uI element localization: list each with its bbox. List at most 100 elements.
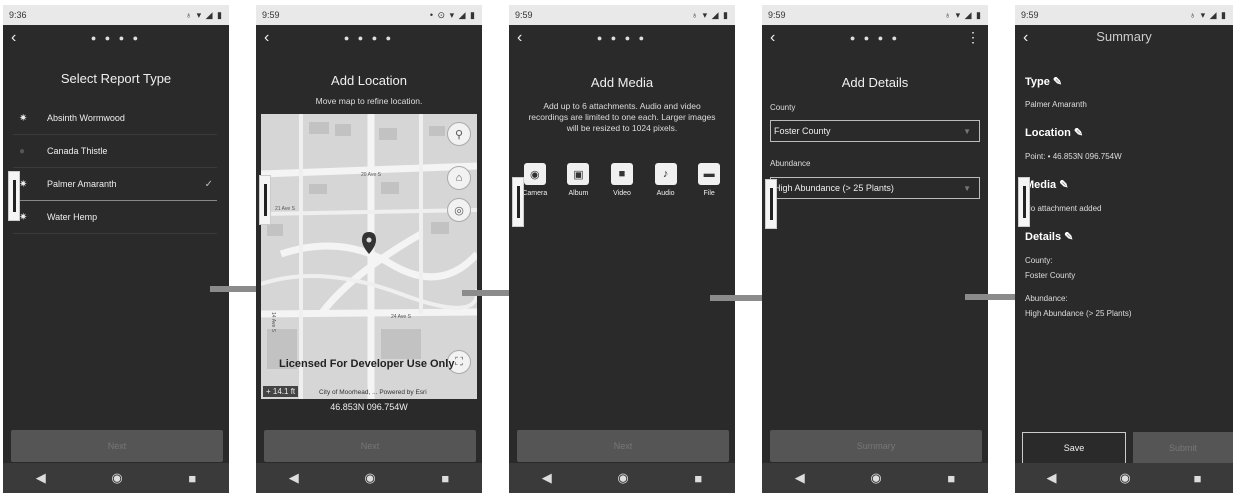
next-button[interactable]: Next (264, 430, 476, 462)
nav-home-icon[interactable]: ◉ (364, 470, 375, 486)
county-value: Foster County (774, 126, 831, 136)
drag-handle[interactable] (765, 179, 777, 229)
media-button-row: ◉ Camera ▣ Album ■ Video ♪ Audio ▬ File (509, 163, 735, 197)
street-label: 24 Ave S (391, 314, 411, 320)
county-select[interactable]: Foster County ▼ (770, 120, 980, 142)
nav-back-icon[interactable]: ◀ (289, 470, 299, 486)
status-time: 9:59 (1021, 10, 1039, 20)
nav-back-icon[interactable]: ◀ (36, 470, 46, 486)
nav-back-icon[interactable]: ◀ (795, 470, 805, 486)
android-nav-bar: ◀ ◉ ■ (256, 463, 482, 493)
media-value: No attachment added (1025, 204, 1102, 213)
drag-handle[interactable] (259, 175, 271, 225)
page-title: Add Media (590, 75, 654, 90)
map-credit: City of Moorhead, ... Powered by Esri (319, 389, 427, 396)
list-item-water-hemp[interactable]: ✷ Water Hemp (13, 201, 217, 234)
status-time: 9:59 (262, 10, 280, 20)
media-button-label: Camera (522, 190, 548, 197)
locate-icon[interactable]: ◎ (447, 198, 471, 222)
more-options-icon[interactable]: ⋮ (966, 29, 980, 46)
list-item-palmer-amaranth[interactable]: ✷ Palmer Amaranth ✓ (13, 168, 217, 201)
nav-recents-icon[interactable]: ■ (694, 471, 702, 486)
map-streets (261, 114, 477, 399)
nav-recents-icon[interactable]: ■ (1194, 471, 1202, 486)
page-subtitle: Add up to 6 attachments. Audio and video… (528, 101, 716, 133)
nav-recents-icon[interactable]: ■ (441, 471, 449, 486)
status-icons: ♁ ▾ ◢ ▮ (1189, 9, 1227, 20)
camera-icon: ◉ (523, 163, 546, 185)
coordinates-text: 46.853N 096.754W (330, 402, 408, 412)
license-watermark: Licensed For Developer Use Only (279, 358, 455, 370)
android-nav-bar: ◀ ◉ ■ (1015, 463, 1233, 493)
screen-add-details: 9:59 ♁ ▾ ◢ ▮ ‹ ● ● ● ● ⋮ Add Details Cou… (762, 5, 988, 493)
status-bar: 9:59 ♁ ▾ ◢ ▮ (509, 5, 735, 25)
flow-arrow-icon (710, 287, 784, 309)
street-label: 14 Ave S (269, 312, 276, 332)
search-icon[interactable]: ⚲ (447, 122, 471, 146)
abundance-value: High Abundance (> 25 Plants) (774, 183, 894, 193)
video-button[interactable]: ■ Video (603, 163, 641, 197)
county-value: Foster County (1025, 271, 1076, 280)
map-scale: + 14.1 ft (263, 386, 299, 397)
county-label: County: (1025, 256, 1053, 265)
status-bar: 9:36 ♁ ▾ ◢ ▮ (3, 5, 229, 25)
music-note-icon: ♪ (654, 163, 677, 185)
submit-button[interactable]: Submit (1133, 432, 1233, 464)
folder-icon: ▬ (698, 163, 721, 185)
nav-home-icon[interactable]: ◉ (111, 470, 122, 486)
home-icon[interactable]: ⌂ (447, 166, 471, 190)
drag-handle[interactable] (8, 171, 20, 221)
status-bar: 9:59 ♁ ▾ ◢ ▮ (1015, 5, 1233, 25)
drag-handle[interactable] (1018, 177, 1030, 227)
list-item-canada-thistle[interactable]: ● Canada Thistle (13, 135, 217, 168)
dot-icon: ● (19, 145, 26, 157)
status-icons: ♁ ▾ ◢ ▮ (691, 9, 729, 20)
nav-home-icon[interactable]: ◉ (1119, 470, 1130, 486)
location-value: Point: • 46.853N 096.754W (1025, 152, 1122, 161)
save-button[interactable]: Save (1022, 432, 1126, 464)
drag-handle[interactable] (512, 177, 524, 227)
file-button[interactable]: ▬ File (690, 163, 728, 197)
nav-recents-icon[interactable]: ■ (188, 471, 196, 486)
abundance-label: Abundance: (1025, 294, 1068, 303)
type-value: Palmer Amaranth (1025, 100, 1087, 109)
list-item-label: Water Hemp (47, 212, 98, 222)
page-title: Select Report Type (60, 71, 172, 86)
weed-icon: ✷ (19, 112, 28, 124)
location-heading: Location ✎ (1025, 127, 1084, 139)
page-title: Add Details (841, 75, 909, 90)
album-icon: ▣ (567, 163, 590, 185)
audio-button[interactable]: ♪ Audio (647, 163, 685, 197)
page-indicator-dots: ● ● ● ● (90, 33, 142, 43)
page-indicator-dots: ● ● ● ● (343, 33, 395, 43)
status-time: 9:36 (9, 10, 27, 20)
status-icons: ♁ ▾ ◢ ▮ (944, 9, 982, 20)
page-title: Add Location (331, 73, 407, 88)
media-heading: Media ✎ (1025, 179, 1069, 191)
nav-home-icon[interactable]: ◉ (617, 470, 628, 486)
status-bar: 9:59 ♁ ▾ ◢ ▮ (762, 5, 988, 25)
android-nav-bar: ◀ ◉ ■ (509, 463, 735, 493)
edit-icon[interactable]: ✎ (1064, 231, 1073, 243)
summary-button[interactable]: Summary (770, 430, 982, 462)
status-time: 9:59 (768, 10, 786, 20)
nav-home-icon[interactable]: ◉ (870, 470, 881, 486)
edit-icon[interactable]: ✎ (1074, 127, 1083, 139)
nav-back-icon[interactable]: ◀ (542, 470, 552, 486)
abundance-select[interactable]: High Abundance (> 25 Plants) ▼ (770, 177, 980, 199)
next-button[interactable]: Next (11, 430, 223, 462)
edit-icon[interactable]: ✎ (1059, 179, 1068, 191)
map-view[interactable]: 20 Ave S 21 Ave S 24 Ave S 14 Ave S ⚲ ⌂ … (261, 114, 477, 399)
album-button[interactable]: ▣ Album (559, 163, 597, 197)
android-nav-bar: ◀ ◉ ■ (3, 463, 229, 493)
media-button-label: Audio (656, 190, 675, 197)
nav-recents-icon[interactable]: ■ (947, 471, 955, 486)
next-button[interactable]: Next (517, 430, 729, 462)
edit-icon[interactable]: ✎ (1053, 76, 1062, 88)
page-title: Summary (1096, 29, 1152, 44)
nav-back-icon[interactable]: ◀ (1046, 470, 1056, 486)
county-label: County (770, 103, 796, 112)
list-item-absinth-wormwood[interactable]: ✷ Absinth Wormwood (13, 102, 217, 135)
screen-add-location: 9:59 • ⊙ ▾ ◢ ▮ ‹ ● ● ● ● Add Location Mo… (256, 5, 482, 493)
page-indicator-dots: ● ● ● ● (849, 33, 901, 43)
